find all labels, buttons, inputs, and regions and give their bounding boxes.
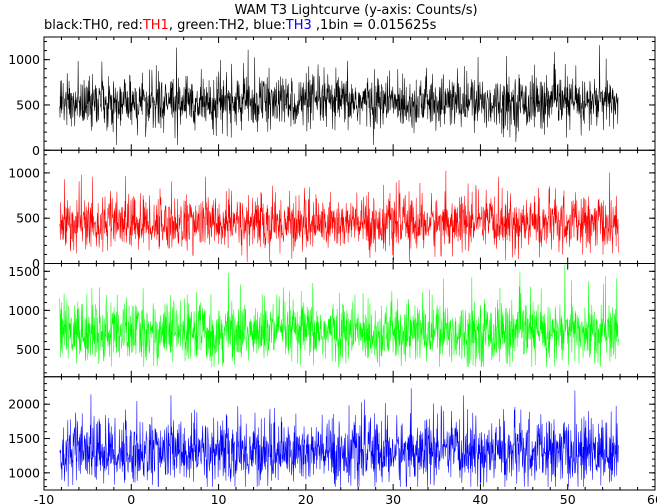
series-th0-line	[59, 44, 619, 146]
subtitle-part: , green:TH2, blue:	[169, 18, 286, 33]
y-tick-label: 1000	[8, 303, 40, 318]
x-tick-label: 20	[298, 492, 314, 504]
subtitle-part: TH1	[142, 18, 169, 33]
panel-th0: 0 500 1000	[8, 36, 656, 158]
x-tick-label: 60	[647, 492, 657, 504]
chart-title: WAM T3 Lightcurve (y-axis: Counts/s)	[234, 3, 477, 18]
series-th1-line	[59, 170, 619, 262]
x-tick-label: 30	[385, 492, 401, 504]
panel-th1: 05001000	[8, 149, 656, 271]
chart-panels: 050010000500100050010001500100015002000	[8, 36, 656, 491]
y-tick-label: 500	[16, 97, 40, 112]
y-tick-label: 1500	[8, 431, 40, 446]
subtitle-part: TH3	[285, 18, 312, 33]
x-tick-label: 40	[472, 492, 488, 504]
y-tick-label: 500	[16, 211, 40, 226]
y-tick-label: 500	[16, 342, 40, 357]
subtitle-part: black:TH0,	[44, 18, 117, 33]
x-tick-label: 10	[211, 492, 227, 504]
x-tick-label: 0	[127, 492, 135, 504]
x-axis: -10 0 10 20 30 40 50 60	[34, 492, 657, 504]
y-tick-label: 1000	[8, 52, 40, 67]
y-tick-label: 1500	[8, 264, 40, 279]
series-th3-line	[59, 388, 619, 487]
chart-subtitle: black:TH0, red:TH1, green:TH2, blue:TH3 …	[44, 18, 437, 33]
panel-th2: 500 1000 1500	[8, 263, 656, 378]
subtitle-part: red:	[117, 18, 143, 33]
x-tick-label: -10	[34, 492, 54, 504]
lightcurve-figure: WAM T3 Lightcurve (y-axis: Counts/s) bla…	[8, 3, 657, 504]
panel-th3: 1000 1500 2000	[8, 376, 656, 491]
x-tick-label: 50	[560, 492, 576, 504]
series-th2-line	[59, 264, 619, 367]
y-tick-label: 0	[32, 143, 40, 158]
subtitle-part: ,1bin = 0.015625s	[312, 18, 437, 33]
y-tick-label: 2000	[8, 397, 40, 412]
y-tick-label: 1000	[8, 465, 40, 480]
y-tick-label: 1000	[8, 165, 40, 180]
